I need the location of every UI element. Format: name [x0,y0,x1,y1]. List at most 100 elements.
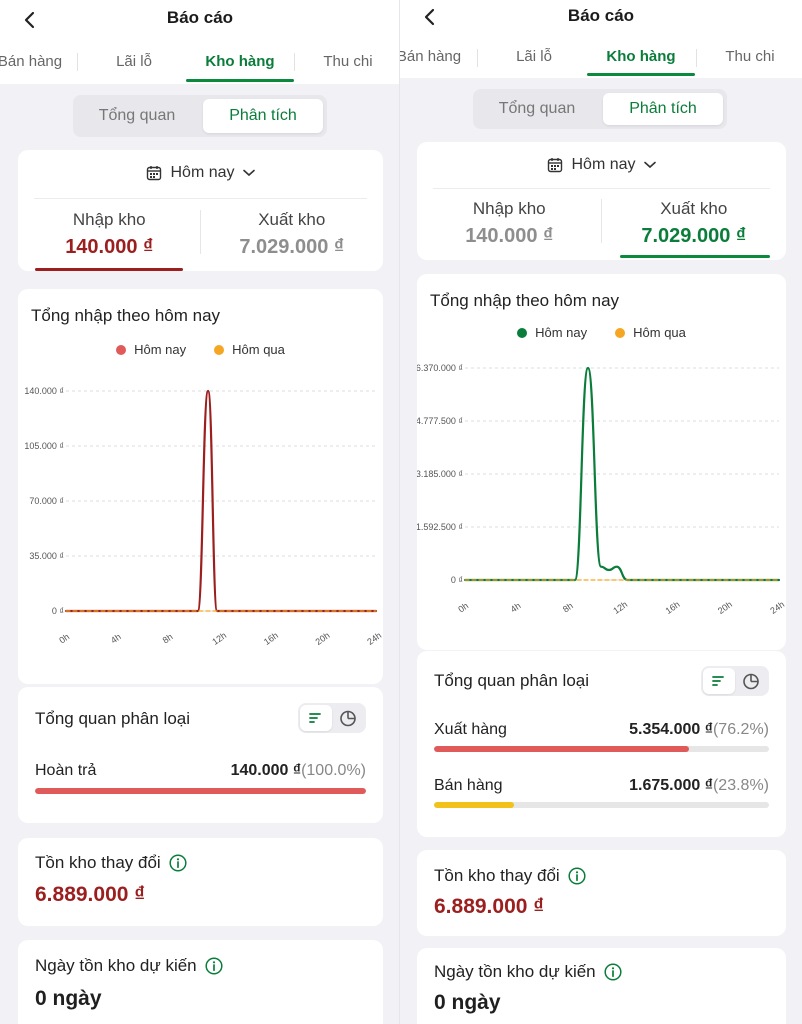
tab-inventory[interactable]: Kho hàng [587,34,695,78]
top-bar: Báo cáo [0,0,400,38]
view-segment: Tổng quan Phân tích [73,95,327,137]
stock-days-title: Ngày tồn kho dự kiến [434,962,622,982]
view-toggle [298,703,366,733]
line-chart: 0 ₫ 1.592.500 ₫ 3.185.000 ₫ 4.777.500 ₫ 6.37… [417,363,786,616]
y-tick-label: 0 ₫ [451,575,463,585]
stock-days-value: 0 ngày [434,991,501,1014]
segment-analysis[interactable]: Phân tích [203,99,323,133]
info-icon[interactable] [568,867,586,885]
date-filter-label: Hôm nay [170,164,235,181]
y-tick-label: 105.000 ₫ [24,441,64,451]
chart-card: Tổng nhập theo hôm nay Hôm nay Hôm qua 0… [18,289,383,684]
x-tick-label: 0h [456,601,470,615]
x-tick-label: 12h [210,630,228,647]
category-row: Hoàn trả 140.000 ₫(100.0%) [35,762,366,794]
list-view-button[interactable] [703,668,735,694]
y-tick-label: 1.592.500 ₫ [417,522,463,532]
stock-out-label: Xuất kho [660,199,728,218]
tab-income-expense[interactable]: Thu chi [696,34,802,78]
stock-out-value: 7.029.000 ₫ [641,225,747,247]
category-percent: (23.8%) [712,777,769,794]
report-tabs: Bán hàng Lãi lỗ Kho hàng Thu chi [400,34,802,78]
pie-chart-icon [340,710,356,727]
y-tick-label: 3.185.000 ₫ [417,469,463,479]
stock-out-label: Xuất kho [258,210,326,229]
y-tick-label: 0 ₫ [52,606,64,616]
list-view-icon [712,676,724,686]
stock-change-value: 6.889.000 ₫ [434,895,545,918]
category-percent: (100.0%) [301,762,366,779]
date-filter[interactable]: Hôm nay [417,156,786,174]
active-underline [35,268,183,271]
stock-out-tab[interactable]: Xuất kho 7.029.000 ₫ [602,199,787,248]
stock-change-title: Tồn kho thay đổi [434,866,586,886]
category-bar-track [434,746,769,752]
category-value: 1.675.000 ₫(23.8%) [629,777,769,795]
tab-sales[interactable]: Bán hàng [400,34,483,78]
date-filter-label: Hôm nay [571,156,636,173]
category-bar-fill [434,802,514,808]
category-bar-fill [35,788,366,794]
tab-profit-loss[interactable]: Lãi lỗ [80,38,188,84]
x-tick-label: 20h [716,599,734,616]
stock-days-label: Ngày tồn kho dự kiến [434,962,596,981]
category-amount: 140.000 ₫ [230,762,302,779]
info-icon[interactable] [205,957,223,975]
stock-in-label: Nhập kho [72,210,146,229]
category-bar-track [434,802,769,808]
category-name: Hoàn trả [35,762,97,779]
tab-income-expense[interactable]: Thu chi [294,38,400,84]
view-segment: Tổng quan Phân tích [473,89,727,129]
segment-overview[interactable]: Tổng quan [477,93,597,125]
stock-days-card: Ngày tồn kho dự kiến 0 ngày [417,948,786,1024]
segment-analysis[interactable]: Phân tích [603,93,723,125]
stock-change-value: 6.889.000 ₫ [35,883,146,906]
stock-in-value: 140.000 ₫ [65,236,154,258]
stock-change-card: Tồn kho thay đổi 6.889.000 ₫ [417,850,786,936]
x-tick-label: 4h [109,632,123,646]
list-view-icon [309,713,321,723]
report-tabs: Bán hàng Lãi lỗ Kho hàng Thu chi [0,38,400,84]
stock-in-tab[interactable]: Nhập kho 140.000 ₫ [18,210,201,259]
segment-overview[interactable]: Tổng quan [77,99,197,133]
report-screen-right: Báo cáo Bán hàng Lãi lỗ Kho hàng Thu chi… [400,0,802,1024]
x-tick-label: 0h [57,632,71,646]
category-amount: 5.354.000 ₫ [629,721,713,738]
stock-days-label: Ngày tồn kho dự kiến [35,956,197,975]
view-toggle [701,666,769,696]
info-icon[interactable] [169,854,187,872]
back-button[interactable] [16,6,44,34]
tab-sales[interactable]: Bán hàng [0,38,84,84]
date-filter[interactable]: Hôm nay [18,164,383,182]
category-value: 5.354.000 ₫(76.2%) [629,721,769,739]
stock-days-card: Ngày tồn kho dự kiến 0 ngày [18,940,383,1024]
back-button[interactable] [416,3,444,31]
category-bar-track [35,788,366,794]
stock-in-tab[interactable]: Nhập kho 140.000 ₫ [417,199,602,248]
category-row: Xuất hàng 5.354.000 ₫(76.2%) [434,721,769,753]
list-view-button[interactable] [300,705,332,731]
tab-inventory[interactable]: Kho hàng [186,38,294,84]
category-name: Bán hàng [434,777,503,794]
x-tick-label: 4h [509,601,523,615]
pie-view-button[interactable] [735,668,767,694]
series-line-today [64,389,378,613]
chevron-left-icon [424,8,435,26]
pie-view-button[interactable] [332,705,364,731]
stock-out-tab[interactable]: Xuất kho 7.029.000 ₫ [201,210,384,259]
stock-days-value: 0 ngày [35,987,102,1010]
y-tick-label: 4.777.500 ₫ [417,416,463,426]
tab-profit-loss[interactable]: Lãi lỗ [480,34,588,78]
report-screen-left: Báo cáo Bán hàng Lãi lỗ Kho hàng Thu chi… [0,0,400,1024]
stock-change-card: Tồn kho thay đổi 6.889.000 ₫ [18,838,383,926]
tab-divider [77,53,78,71]
y-tick-label: 70.000 ₫ [29,496,64,506]
page-title: Báo cáo [166,8,234,27]
divider [433,188,770,189]
category-card: Tổng quan phân loại Hoàn trả 140.000 ₫(1… [18,687,383,823]
info-icon[interactable] [604,963,622,981]
category-amount: 1.675.000 ₫ [629,777,713,794]
x-tick-label: 24h [768,599,786,616]
stock-change-title: Tồn kho thay đổi [35,853,187,873]
x-tick-label: 20h [314,630,332,647]
